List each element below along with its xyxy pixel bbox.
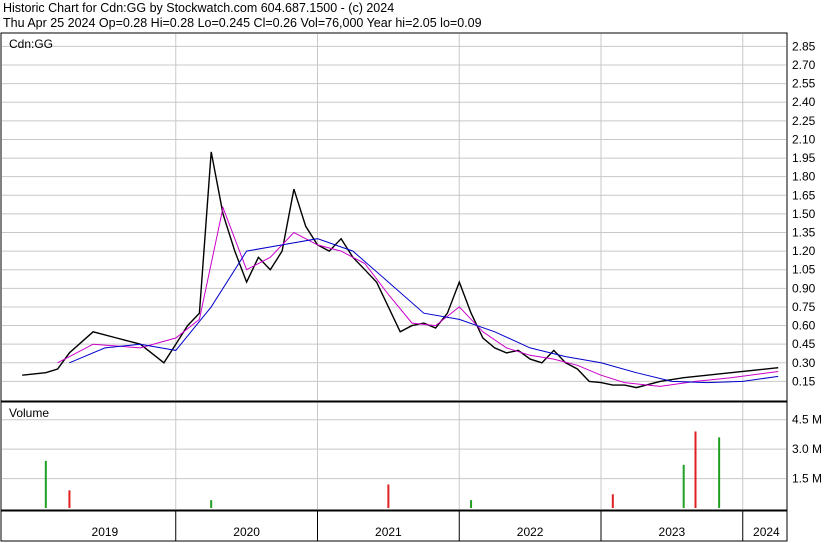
- y-tick-label: 0.90: [792, 281, 816, 295]
- y-tick-label: 0.45: [792, 337, 816, 351]
- volume-bar: [611, 494, 614, 508]
- volume-panel-frame: [0, 401, 788, 511]
- y-tick-label: 2.55: [792, 77, 816, 91]
- symbol-label: Cdn:GG: [9, 37, 53, 51]
- y-tick-label: 1.35: [792, 226, 816, 240]
- y-tick-label: 2.70: [792, 58, 816, 72]
- y-tick-label: 2.10: [792, 132, 816, 146]
- volume-tick-label: 1.5 M: [792, 472, 822, 486]
- volume-tick-label: 3.0 M: [792, 442, 822, 456]
- volume-bar: [682, 464, 685, 508]
- y-tick-label: 2.25: [792, 114, 816, 128]
- y-tick-label: 0.75: [792, 300, 816, 314]
- volume-bar: [68, 490, 71, 508]
- volume-bar: [694, 431, 697, 508]
- volume-bar: [44, 460, 47, 508]
- y-tick-label: 1.50: [792, 207, 816, 221]
- x-tick-label: 2022: [517, 525, 544, 539]
- volume-bar: [718, 437, 721, 508]
- y-tick-label: 1.80: [792, 170, 816, 184]
- y-tick-label: 1.20: [792, 244, 816, 258]
- volume-bar: [470, 500, 473, 508]
- x-tick-label: 2024: [753, 525, 780, 539]
- y-tick-label: 1.05: [792, 263, 816, 277]
- volume-bar: [210, 500, 213, 508]
- y-tick-label: 1.65: [792, 188, 816, 202]
- y-tick-label: 2.85: [792, 39, 816, 53]
- y-tick-label: 1.95: [792, 151, 816, 165]
- x-tick-label: 2019: [92, 525, 119, 539]
- volume-tick-label: 4.5 M: [792, 413, 822, 427]
- y-tick-label: 0.15: [792, 374, 816, 388]
- y-tick-label: 2.40: [792, 95, 816, 109]
- y-tick-label: 0.60: [792, 319, 816, 333]
- volume-panel-title: Volume: [9, 406, 49, 420]
- x-tick-label: 2020: [233, 525, 260, 539]
- x-tick-label: 2023: [659, 525, 686, 539]
- x-tick-label: 2021: [375, 525, 402, 539]
- volume-bar: [387, 484, 390, 508]
- price-chart: 2019 2020 2021 2022 2023 2024 0.15 0.30 0.45 0.60…: [0, 32, 822, 542]
- y-tick-label: 0.30: [792, 356, 816, 370]
